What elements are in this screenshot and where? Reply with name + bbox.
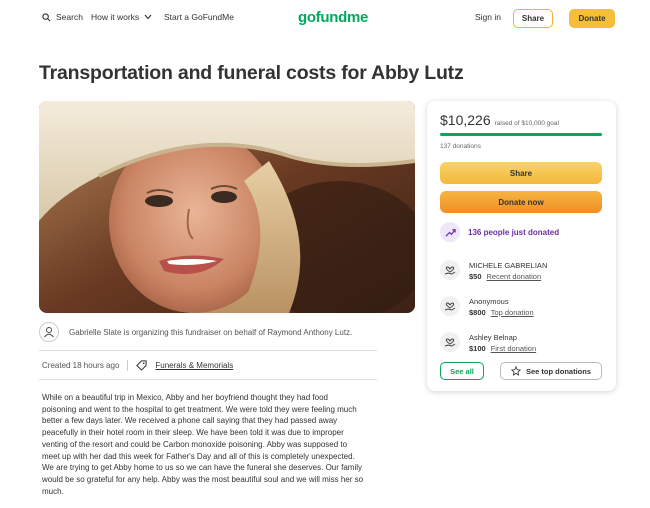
recent-donations-banner: 136 people just donated [440, 222, 559, 242]
see-top-donations-button[interactable]: See top donations [500, 362, 602, 380]
donor-icon-wrap [440, 296, 460, 316]
share-button[interactable]: Share [440, 162, 602, 184]
campaign-meta: Created 18 hours ago Funerals & Memorial… [42, 360, 233, 371]
created-time: Created 18 hours ago [42, 361, 120, 370]
trend-icon-wrap [440, 222, 460, 242]
header-share-button[interactable]: Share [513, 9, 553, 28]
header-donate-button[interactable]: Donate [569, 9, 615, 28]
divider [39, 379, 377, 380]
donor-amount: $800 [469, 308, 486, 317]
donor-item: Anonymous $800 Top donation [440, 296, 534, 318]
campaign-title: Transportation and funeral costs for Abb… [39, 62, 464, 84]
donor-item: Ashley Belnap $100 First donation [440, 332, 536, 354]
avatar-icon [44, 327, 54, 338]
campaign-photo [39, 101, 415, 313]
category-link[interactable]: Funerals & Memorials [155, 361, 233, 370]
donations-count: 137 donations [440, 143, 481, 150]
progress-bar [440, 133, 602, 136]
raised-amount: $10,226 [440, 112, 491, 128]
story-line: While on a beautiful trip in Mexico, Abb… [42, 393, 328, 402]
hand-heart-icon [444, 266, 456, 275]
meta-separator [127, 360, 129, 371]
story-line: better a few days later. We received a p… [42, 416, 338, 426]
campaign-story: While on a beautiful trip in Mexico, Abb… [42, 392, 382, 497]
donor-icon-wrap [440, 260, 460, 280]
story-line: meet up with her dad this week for Fathe… [42, 451, 355, 461]
story-line: venting of the resort and could be Carbo… [42, 439, 348, 449]
star-icon [510, 366, 521, 376]
donor-name: Anonymous [469, 297, 509, 306]
donor-icon-wrap [440, 332, 460, 352]
organizer-row: Gabrielle Slate is organizing this fundr… [39, 322, 377, 342]
story-line: poisoning and went to the hospital to ge… [42, 404, 357, 414]
goal-text: raised of $10,000 goal [494, 120, 559, 127]
tag-icon [136, 360, 147, 371]
sign-in-link[interactable]: Sign in [475, 12, 501, 22]
see-all-button[interactable]: See all [440, 362, 484, 380]
hand-heart-icon [444, 302, 456, 311]
search-link[interactable]: Search [42, 12, 83, 22]
progress-fill [440, 133, 602, 136]
how-it-works-label: How it works [91, 12, 140, 22]
divider [39, 350, 377, 351]
story-line: We are trying to get Abby home to us so … [42, 463, 363, 473]
see-top-donations-label: See top donations [525, 366, 591, 376]
hand-heart-icon [444, 338, 456, 347]
donor-tag[interactable]: First donation [491, 344, 536, 353]
donate-now-button[interactable]: Donate now [440, 191, 602, 213]
chevron-down-icon [144, 14, 152, 20]
gofundme-logo[interactable]: gofundme [298, 9, 368, 26]
donor-item: MICHELE GABRELIAN $50 Recent donation [440, 260, 547, 282]
story-line: much. [42, 486, 64, 496]
search-icon [42, 12, 51, 21]
donor-tag[interactable]: Recent donation [487, 272, 542, 281]
trend-up-icon [444, 228, 456, 237]
story-line: peacefully in their hotel room in their … [42, 428, 344, 438]
amount-raised: $10,226 raised of $10,000 goal [440, 112, 559, 128]
donor-amount: $100 [469, 344, 486, 353]
how-it-works-menu[interactable]: How it works [91, 12, 152, 22]
donor-amount: $50 [469, 272, 482, 281]
donor-name: MICHELE GABRELIAN [469, 261, 548, 270]
donor-name: Ashley Belnap [469, 333, 517, 342]
organizer-text: Gabrielle Slate is organizing this fundr… [69, 327, 353, 337]
search-label: Search [56, 12, 83, 22]
organizer-avatar [39, 322, 59, 342]
donor-tag[interactable]: Top donation [491, 308, 534, 317]
donation-card: $10,226 raised of $10,000 goal 137 donat… [427, 101, 616, 391]
recent-donations-text: 136 people just donated [468, 227, 560, 237]
top-nav: Search How it works Start a GoFundMe gof… [0, 0, 650, 36]
story-line: would be so grateful for any help. Abby … [42, 474, 364, 484]
start-gofundme-link[interactable]: Start a GoFundMe [164, 12, 234, 22]
